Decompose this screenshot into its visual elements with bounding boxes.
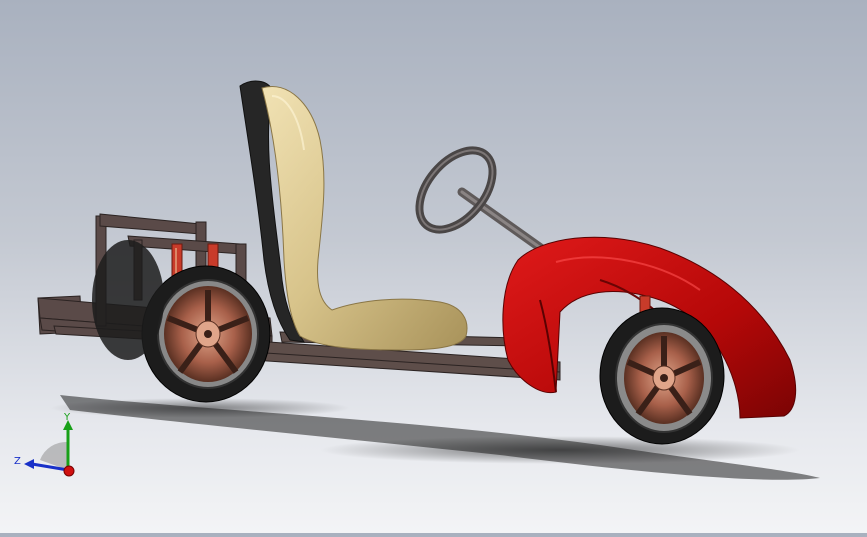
model-canvas[interactable] (0, 0, 867, 533)
rear-wheel-far (92, 240, 164, 360)
steering-wheel[interactable] (405, 137, 507, 243)
front-wheel[interactable] (599, 307, 725, 445)
z-axis-head (24, 459, 34, 469)
cad-viewport[interactable]: Y Z (0, 0, 867, 533)
y-axis-label: Y (63, 412, 71, 423)
seat[interactable] (239, 80, 468, 351)
z-axis-label: Z (14, 456, 21, 467)
axis-triad[interactable]: Y Z (10, 408, 90, 488)
x-axis-dot (63, 465, 75, 477)
